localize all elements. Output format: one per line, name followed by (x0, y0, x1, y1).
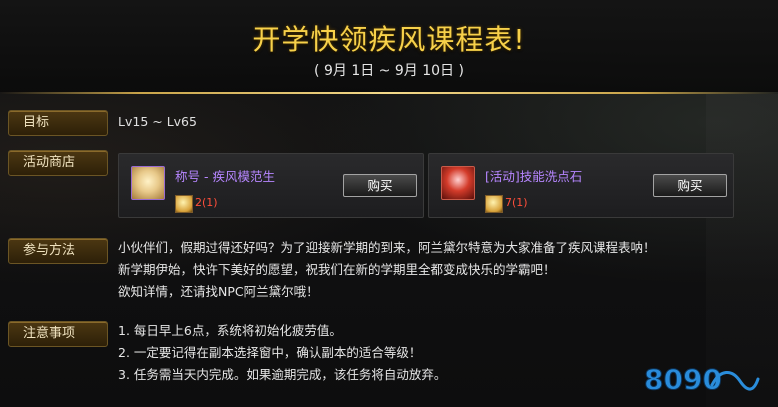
notes-label: 注意事项 (8, 321, 108, 347)
skill-stone-icon (441, 166, 475, 200)
shop-item-name: 称号 - 疾风模范生 (175, 169, 275, 184)
notes-list: 1. 每日早上6点，系统将初始化疲劳值。 2. 一定要记得在副本选择窗中，确认副… (118, 320, 446, 386)
shop-label: 活动商店 (8, 150, 108, 176)
note-line: 1. 每日早上6点，系统将初始化疲劳值。 (118, 323, 342, 338)
shop-item: [活动]技能洗点石 购买 7(1) (428, 153, 734, 218)
target-label: 目标 (8, 110, 108, 136)
header-divider (0, 92, 778, 94)
note-line: 3. 任务需当天内完成。如果逾期完成，该任务将自动放弃。 (118, 367, 447, 382)
method-line: 新学期伊始，快许下美好的愿望，祝我们在新的学期里全都变成快乐的学霸吧！ (118, 262, 556, 277)
event-title: 开学快领疾风课程表! (252, 23, 526, 56)
logo-text: 8090 (644, 363, 722, 396)
shop-item-name: [活动]技能洗点石 (485, 169, 583, 184)
shop-item-price: 2(1) (195, 196, 218, 209)
shop-item: 称号 - 疾风模范生 购买 2(1) (118, 153, 424, 218)
event-date-range: ( 9月 1日 ~ 9月 10日 ) (314, 63, 464, 79)
buy-button[interactable]: 购买 (343, 174, 417, 197)
method-line: 小伙伴们，假期过得还好吗？为了迎接新学期的到来，阿兰黛尔特意为大家准备了疾风课程… (118, 240, 656, 255)
panel-header: 开学快领疾风课程表! ( 9月 1日 ~ 9月 10日 ) (0, 0, 778, 92)
target-level-range: Lv15 ~ Lv65 (118, 114, 197, 129)
note-line: 2. 一定要记得在副本选择窗中，确认副本的适合等级！ (118, 345, 422, 360)
scroll-icon (131, 166, 165, 200)
site-logo-watermark: 8090 (644, 363, 760, 397)
method-label: 参与方法 (8, 238, 108, 264)
event-panel: 开学快领疾风课程表! ( 9月 1日 ~ 9月 10日 ) 目标 Lv15 ~ … (0, 0, 778, 407)
currency-icon (175, 195, 193, 213)
shop-item-price: 7(1) (505, 196, 528, 209)
method-line: 欲知详情，还请找NPC阿兰黛尔哦！ (118, 284, 319, 299)
currency-icon (485, 195, 503, 213)
method-description: 小伙伴们，假期过得还好吗？为了迎接新学期的到来，阿兰黛尔特意为大家准备了疾风课程… (118, 237, 656, 303)
buy-button[interactable]: 购买 (653, 174, 727, 197)
